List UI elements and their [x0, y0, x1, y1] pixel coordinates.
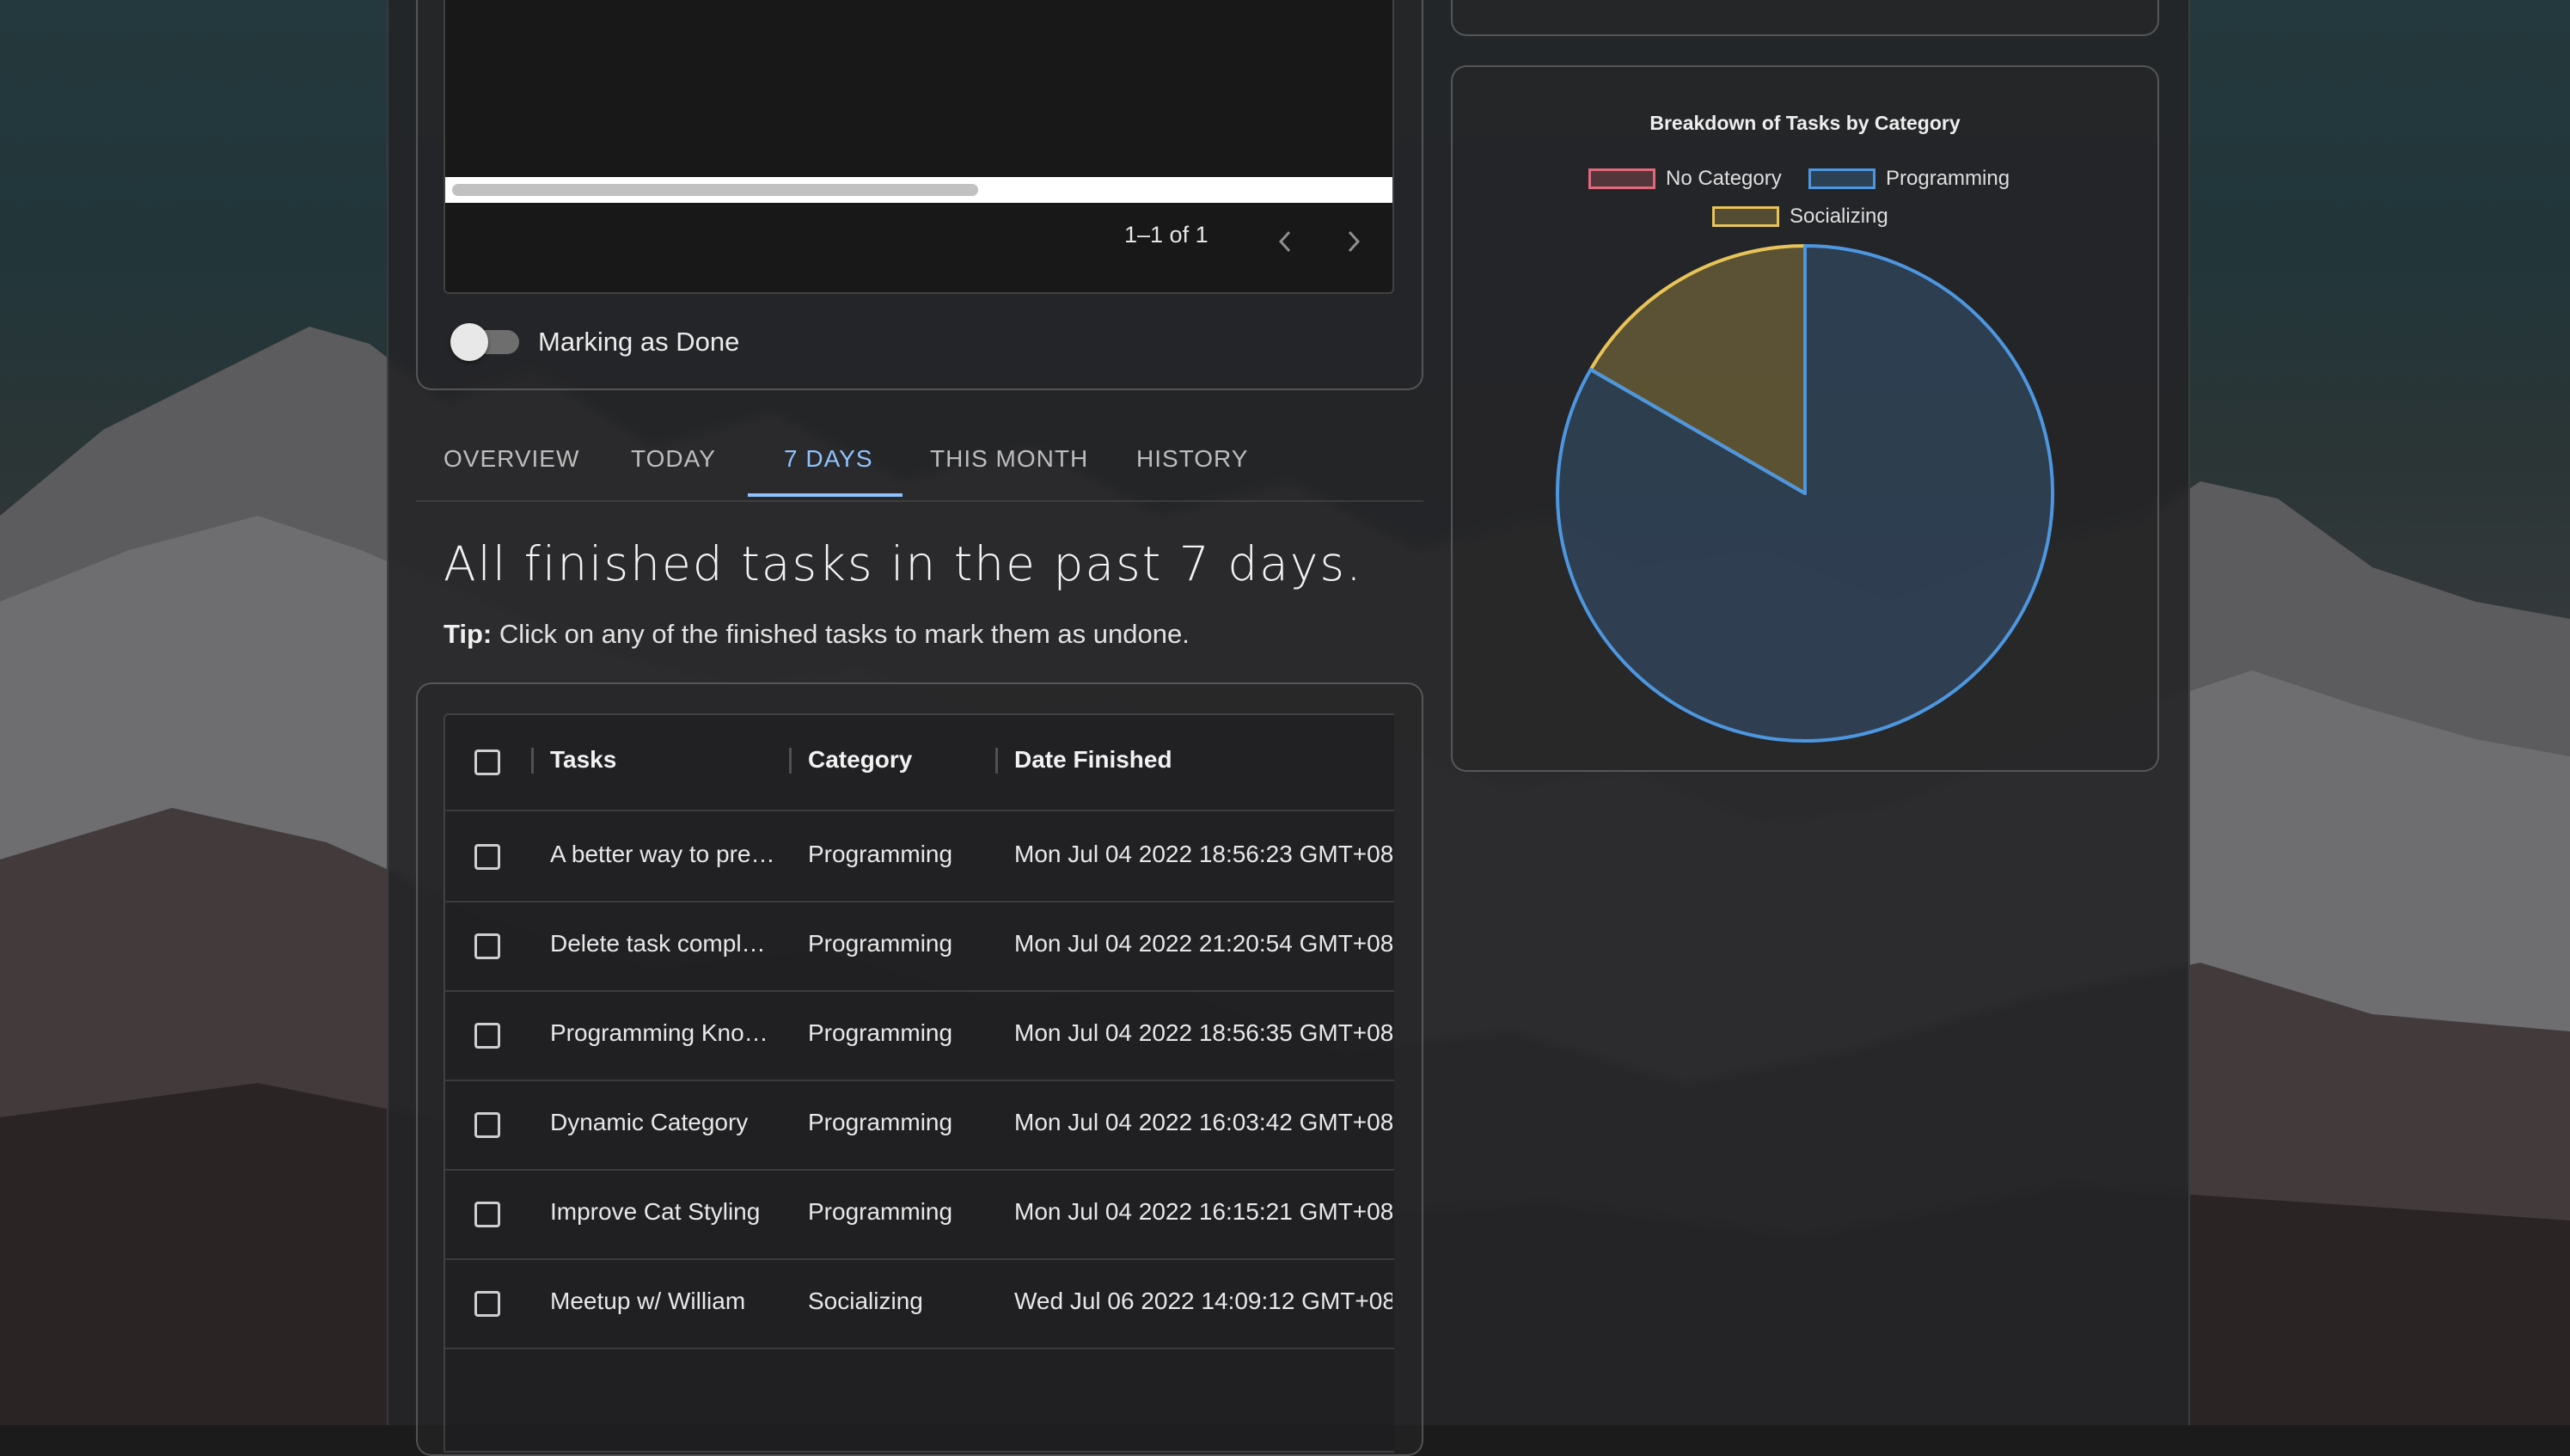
column-separator[interactable]: [995, 748, 998, 774]
row-checkbox[interactable]: [474, 1291, 500, 1317]
horizontal-scrollbar-thumb[interactable]: [452, 184, 978, 196]
task-date: Mon Jul 04 2022 21:20:54 GMT+08: [1014, 930, 1392, 957]
table-row[interactable]: Dynamic Category Programming Mon Jul 04 …: [445, 1080, 1394, 1171]
task-date: Mon Jul 04 2022 18:56:35 GMT+08: [1014, 1019, 1392, 1046]
task-category: Programming: [808, 841, 953, 867]
table-header: Tasks Category Date Finished: [445, 715, 1394, 811]
legend-swatch-programming: [1808, 168, 1875, 189]
legend-item-socializing[interactable]: Socializing: [1712, 205, 1888, 229]
category-pie-chart[interactable]: [1547, 241, 2063, 756]
toggle-knob[interactable]: [450, 323, 488, 361]
column-separator[interactable]: [789, 748, 792, 774]
task-name: Delete task compl…: [550, 930, 766, 957]
legend-swatch-no-category: [1588, 168, 1655, 189]
table-row[interactable]: A better way to pre… Programming Mon Jul…: [445, 811, 1394, 902]
tab-today[interactable]: TODAY: [631, 445, 716, 473]
tab-7-days[interactable]: 7 DAYS: [784, 445, 873, 473]
task-name: Improve Cat Styling: [550, 1198, 761, 1225]
legend-label: No Category: [1666, 167, 1782, 190]
active-tab-indicator: [748, 493, 903, 497]
task-name: A better way to pre…: [550, 841, 775, 867]
chevron-right-icon[interactable]: [1339, 227, 1368, 256]
summary-card: [1451, 0, 2159, 36]
tab-history[interactable]: HISTORY: [1136, 445, 1248, 473]
column-header-date-finished[interactable]: Date Finished: [1014, 746, 1172, 774]
task-date: Mon Jul 04 2022 16:15:21 GMT+08: [1014, 1198, 1392, 1225]
table-row[interactable]: Delete task compl… Programming Mon Jul 0…: [445, 901, 1394, 992]
column-separator[interactable]: [531, 748, 534, 774]
row-checkbox[interactable]: [474, 1023, 500, 1049]
table-row[interactable]: Programming Kno… Programming Mon Jul 04 …: [445, 990, 1394, 1081]
task-category: Programming: [808, 1198, 953, 1225]
page-title: All finished tasks in the past 7 days.: [444, 536, 1363, 591]
task-category: Programming: [808, 1019, 953, 1046]
row-checkbox[interactable]: [474, 933, 500, 959]
task-category: Programming: [808, 1109, 953, 1135]
column-header-category[interactable]: Category: [808, 746, 912, 774]
task-date: Mon Jul 04 2022 18:56:23 GMT+08: [1014, 841, 1392, 867]
task-category: Programming: [808, 930, 953, 957]
legend-label: Programming: [1886, 167, 2010, 190]
tip-text: Tip: Click on any of the finished tasks …: [444, 619, 1190, 650]
table-row[interactable]: Meetup w/ William Socializing Wed Jul 06…: [445, 1258, 1394, 1349]
task-name: Dynamic Category: [550, 1109, 749, 1135]
toggle-label: Marking as Done: [538, 327, 740, 357]
task-date: Mon Jul 04 2022 16:03:42 GMT+08: [1014, 1109, 1392, 1135]
legend-label: Socializing: [1790, 205, 1888, 228]
task-name: Programming Kno…: [550, 1019, 768, 1046]
row-checkbox[interactable]: [474, 1112, 500, 1138]
row-checkbox[interactable]: [474, 844, 500, 870]
task-category: Socializing: [808, 1288, 923, 1314]
tip-prefix: Tip:: [444, 619, 493, 649]
chevron-left-icon[interactable]: [1270, 227, 1300, 256]
task-date: Wed Jul 06 2022 14:09:12 GMT+08: [1014, 1288, 1392, 1314]
tasks-table-container: [444, 0, 1394, 294]
task-name: Meetup w/ William: [550, 1288, 746, 1314]
finished-tasks-table: Tasks Category Date Finished A better wa…: [444, 713, 1394, 1453]
pagination-range: 1–1 of 1: [1124, 222, 1209, 248]
column-header-tasks[interactable]: Tasks: [550, 746, 616, 774]
tab-this-month[interactable]: THIS MONTH: [930, 445, 1088, 473]
table-row[interactable]: Improve Cat Styling Programming Mon Jul …: [445, 1169, 1394, 1260]
row-checkbox[interactable]: [474, 1202, 500, 1227]
select-all-checkbox[interactable]: [474, 749, 500, 775]
tip-body: Click on any of the finished tasks to ma…: [492, 619, 1190, 649]
chart-title: Breakdown of Tasks by Category: [1649, 112, 1961, 134]
legend-swatch-socializing: [1712, 206, 1779, 227]
tab-bar: OVERVIEW TODAY 7 DAYS THIS MONTH HISTORY: [416, 430, 1423, 502]
tab-overview[interactable]: OVERVIEW: [444, 445, 579, 473]
legend-item-programming[interactable]: Programming: [1808, 167, 2010, 191]
legend-item-no-category[interactable]: No Category: [1588, 167, 1782, 191]
